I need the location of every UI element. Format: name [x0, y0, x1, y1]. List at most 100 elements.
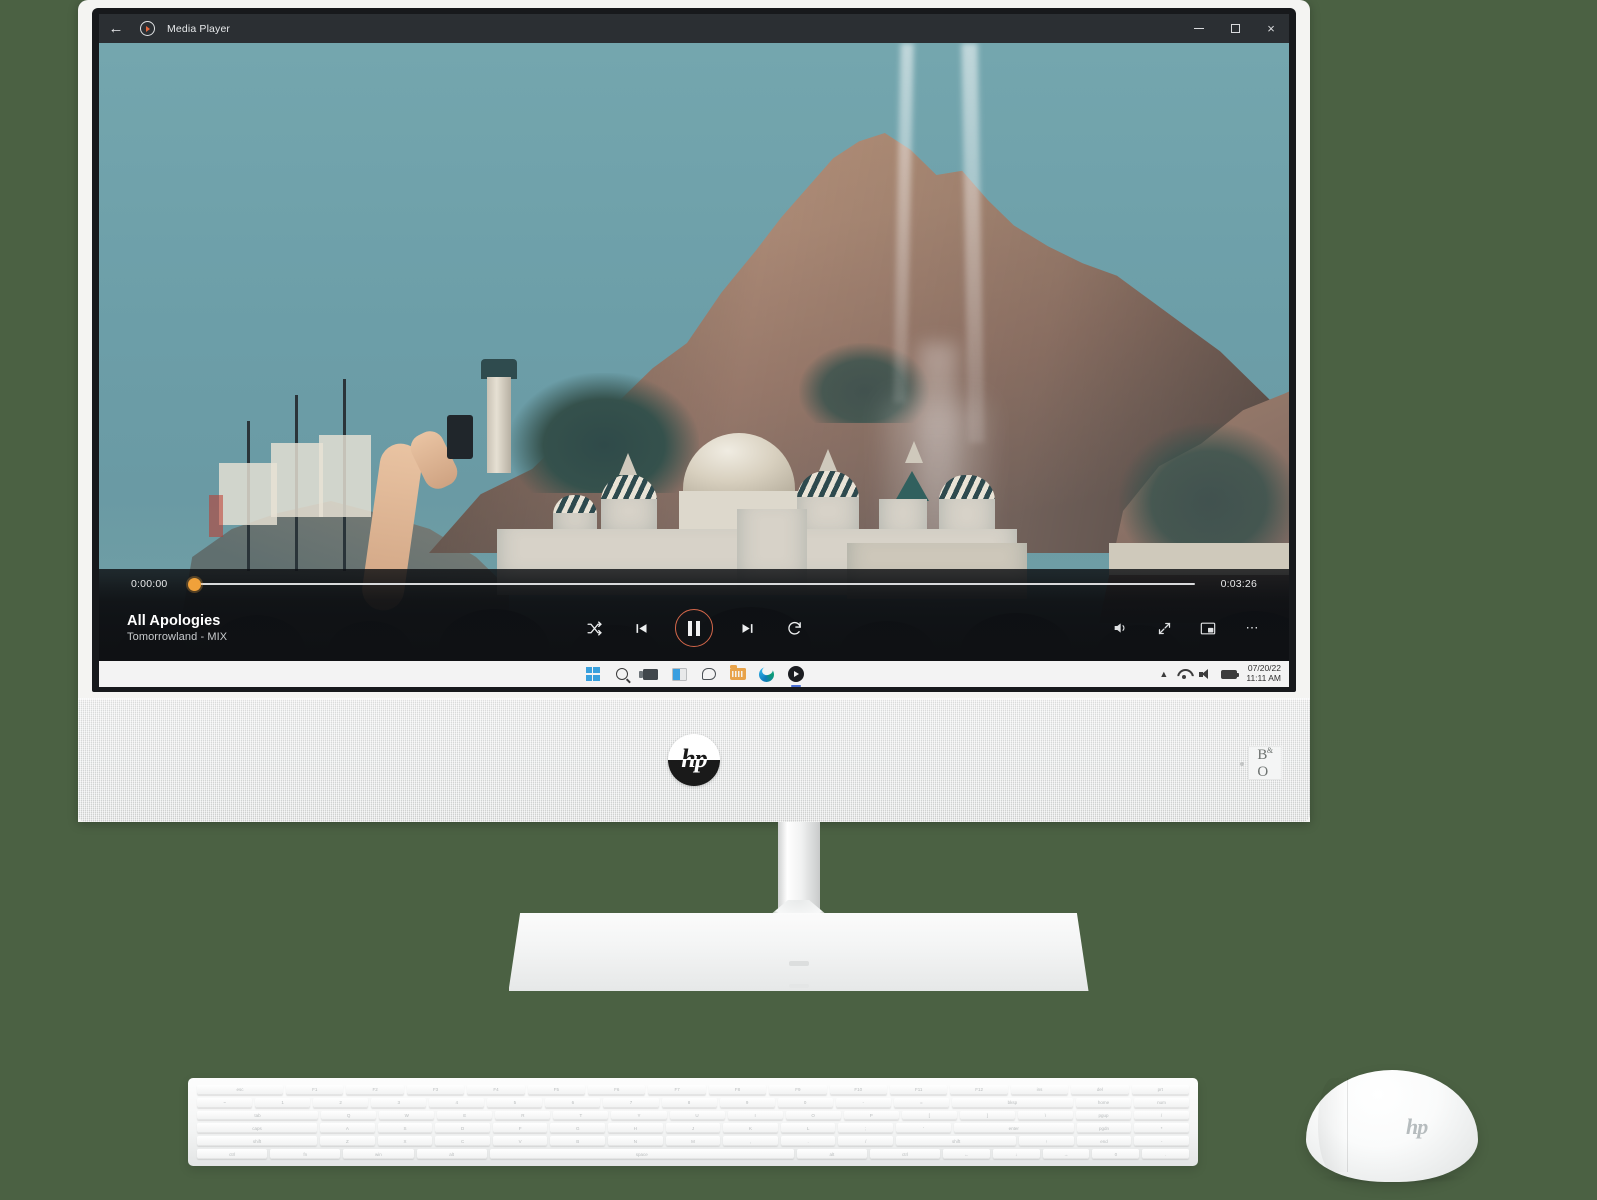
minimize-button[interactable]	[1181, 14, 1217, 43]
keyboard-key[interactable]: F3	[406, 1085, 465, 1095]
volume-icon[interactable]	[1109, 617, 1131, 639]
keyboard-key[interactable]: fn	[270, 1149, 341, 1159]
keyboard-key[interactable]: Y	[611, 1110, 667, 1121]
keyboard-key[interactable]: ]	[959, 1110, 1015, 1121]
keyboard-key[interactable]: /	[838, 1136, 894, 1147]
back-arrow-icon[interactable]: ←	[99, 14, 133, 43]
wireless-keyboard[interactable]: esc F1 F2 F3 F4 F5 F6 F7 F8 F9 F10 F11 F12 ins del prt ~…	[188, 1078, 1198, 1166]
keyboard-key[interactable]: enter	[953, 1123, 1074, 1134]
wireless-mouse[interactable]: hp	[1306, 1070, 1478, 1182]
keyboard-key[interactable]: pgdn	[1076, 1123, 1132, 1134]
keyboard-key[interactable]: G	[550, 1123, 606, 1134]
widgets-button[interactable]	[671, 665, 689, 683]
keyboard-key[interactable]: 2	[313, 1097, 369, 1108]
keyboard-key[interactable]: ↓	[992, 1149, 1040, 1159]
keyboard-key[interactable]: 6	[545, 1097, 601, 1108]
keyboard-key[interactable]: I	[727, 1110, 783, 1121]
keyboard-key[interactable]: ←	[943, 1149, 990, 1159]
close-button[interactable]: ×	[1253, 14, 1289, 43]
keyboard-key[interactable]: ,	[723, 1136, 778, 1147]
keyboard-key[interactable]: Z	[320, 1136, 375, 1147]
keyboard-key[interactable]: 0	[1092, 1149, 1140, 1159]
keyboard-key[interactable]: /	[1134, 1110, 1190, 1121]
keyboard-key[interactable]: 9	[719, 1097, 775, 1108]
keyboard-key[interactable]: .	[780, 1136, 836, 1147]
keyboard-key[interactable]: .	[1142, 1149, 1190, 1159]
chevron-up-icon[interactable]: ▲	[1159, 669, 1168, 679]
previous-track-icon[interactable]	[628, 615, 654, 641]
keyboard-key[interactable]: ;	[838, 1123, 894, 1134]
keyboard-key[interactable]: F2	[346, 1085, 404, 1095]
file-explorer-button[interactable]	[729, 665, 747, 683]
keyboard-key[interactable]: F12	[950, 1085, 1008, 1095]
keyboard-key[interactable]: alt	[416, 1149, 487, 1159]
mouse-button-split[interactable]	[1318, 1078, 1348, 1172]
keyboard-key[interactable]: win	[343, 1149, 414, 1159]
keyboard-key[interactable]: pgup	[1075, 1110, 1131, 1121]
mini-player-icon[interactable]	[1197, 617, 1219, 639]
chat-button[interactable]	[700, 665, 718, 683]
more-options-icon[interactable]: ⋯	[1241, 617, 1263, 639]
keyboard-key[interactable]: 5	[487, 1097, 543, 1108]
keyboard-key[interactable]: home	[1075, 1097, 1131, 1108]
start-button[interactable]	[584, 665, 602, 683]
keyboard-key[interactable]: -	[835, 1097, 891, 1108]
keyboard-key[interactable]: shift	[896, 1136, 1017, 1147]
keyboard-key[interactable]: 7	[603, 1097, 659, 1108]
keyboard-key[interactable]: F1	[286, 1085, 344, 1095]
keyboard-key[interactable]: F	[492, 1123, 548, 1134]
keyboard-key[interactable]: K	[723, 1123, 778, 1134]
clock[interactable]: 07/20/22 11:11 AM	[1246, 663, 1281, 684]
keyboard-key[interactable]: M	[665, 1136, 721, 1147]
keyboard-key[interactable]: U	[669, 1110, 725, 1121]
keyboard-key[interactable]: -	[1134, 1136, 1189, 1147]
keyboard-key[interactable]: esc	[197, 1085, 284, 1095]
keyboard-key[interactable]: R	[495, 1110, 551, 1121]
battery-icon[interactable]	[1221, 669, 1240, 679]
keyboard-key[interactable]: \	[1017, 1110, 1073, 1121]
keyboard-key[interactable]: bksp	[951, 1097, 1073, 1108]
keyboard-key[interactable]: F7	[648, 1085, 706, 1095]
keyboard-key[interactable]: J	[665, 1123, 721, 1134]
maximize-button[interactable]	[1217, 14, 1253, 43]
keyboard-key[interactable]: T	[553, 1110, 609, 1121]
play-pause-button[interactable]	[675, 609, 713, 647]
keyboard-key[interactable]: end	[1076, 1136, 1132, 1147]
keyboard-key[interactable]: tab	[197, 1110, 319, 1121]
keyboard-key[interactable]: del	[1071, 1085, 1129, 1095]
keyboard-key[interactable]: V	[492, 1136, 548, 1147]
keyboard-key[interactable]: F6	[588, 1085, 646, 1095]
keyboard-key[interactable]: num	[1134, 1097, 1190, 1108]
keyboard-key[interactable]: '	[896, 1123, 951, 1134]
shuffle-icon[interactable]	[581, 615, 607, 641]
keyboard-key[interactable]: F10	[829, 1085, 887, 1095]
keyboard-key[interactable]: Q	[321, 1110, 377, 1121]
keyboard-key[interactable]: O	[785, 1110, 841, 1121]
keyboard-key[interactable]: ctrl	[869, 1149, 941, 1159]
keyboard-key[interactable]: L	[780, 1123, 836, 1134]
repeat-icon[interactable]	[781, 615, 807, 641]
keyboard-key[interactable]: F8	[708, 1085, 767, 1095]
keyboard-key[interactable]: F11	[890, 1085, 948, 1095]
keyboard-key[interactable]: 3	[371, 1097, 427, 1108]
speaker-icon[interactable]	[1199, 668, 1212, 680]
keyboard-key[interactable]: F9	[769, 1085, 827, 1095]
seek-thumb[interactable]	[188, 577, 201, 591]
video-canvas[interactable]: 0:00:00 0:03:26 All Apologies Tomorrowla…	[99, 43, 1289, 687]
keyboard-key[interactable]: P	[843, 1110, 899, 1121]
keyboard-key[interactable]: X	[377, 1136, 433, 1147]
media-player-button[interactable]	[787, 665, 805, 687]
keyboard-key[interactable]: ↑	[1019, 1136, 1074, 1147]
seek-bar[interactable]	[188, 577, 1195, 591]
keyboard-key[interactable]: ctrl	[197, 1149, 268, 1159]
keyboard-key[interactable]: 8	[661, 1097, 717, 1108]
keyboard-key[interactable]: N	[608, 1136, 663, 1147]
keyboard-key[interactable]: F5	[527, 1085, 586, 1095]
keyboard-key[interactable]: B	[550, 1136, 606, 1147]
keyboard-key[interactable]: [	[901, 1110, 957, 1121]
keyboard-key[interactable]: alt	[796, 1149, 867, 1159]
keyboard-key[interactable]: D	[435, 1123, 490, 1134]
keyboard-key[interactable]: →	[1042, 1149, 1090, 1159]
keyboard-key[interactable]: E	[437, 1110, 493, 1121]
keyboard-key[interactable]: *	[1134, 1123, 1189, 1134]
